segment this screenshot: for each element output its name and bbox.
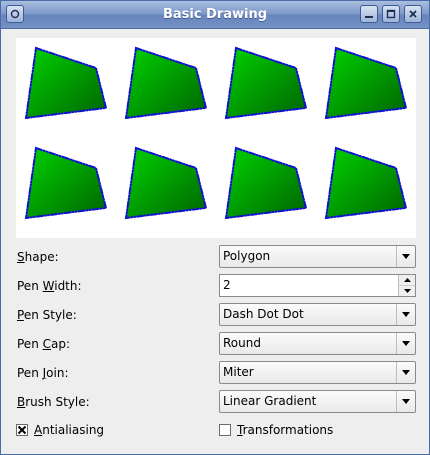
chevron-down-icon[interactable] (396, 246, 415, 267)
pen-style-label: Pen Style: (17, 308, 77, 322)
rendered-polygon (216, 38, 316, 138)
shape-combobox[interactable]: Polygon (219, 245, 416, 268)
brush-style-label: Brush Style: (17, 395, 90, 409)
pen-width-spinbox[interactable]: 2 (219, 274, 416, 297)
pen-width-value[interactable]: 2 (223, 275, 231, 296)
pen-cap-combobox[interactable]: Round (219, 332, 416, 355)
transformations-label[interactable]: Transformations (237, 422, 333, 438)
rendered-polygon (116, 38, 216, 138)
chevron-down-icon[interactable] (396, 333, 415, 354)
pen-join-combobox[interactable]: Miter (219, 361, 416, 384)
brush-style-value: Linear Gradient (223, 394, 317, 408)
rendered-polygon (216, 138, 316, 238)
pen-join-value: Miter (223, 365, 254, 379)
shape-label: Shape: (17, 250, 59, 264)
pen-style-value: Dash Dot Dot (223, 307, 304, 321)
chevron-down-icon[interactable] (396, 304, 415, 325)
spin-down-icon[interactable] (399, 286, 415, 296)
antialiasing-label[interactable]: Antialiasing (34, 422, 104, 438)
close-icon[interactable] (404, 5, 422, 23)
chevron-down-icon[interactable] (396, 362, 415, 383)
basic-drawing-window: Basic Drawing Shape: Polygon Pen Width: … (0, 0, 430, 455)
rendered-polygon (16, 38, 116, 138)
spin-up-icon[interactable] (399, 275, 415, 286)
rendered-polygon (316, 138, 416, 238)
antialiasing-checkbox[interactable] (16, 424, 28, 436)
rendered-polygon (316, 38, 416, 138)
pen-join-label: Pen Join: (17, 366, 69, 380)
rendered-polygon (116, 138, 216, 238)
pen-style-combobox[interactable]: Dash Dot Dot (219, 303, 416, 326)
pen-cap-label: Pen Cap: (17, 337, 71, 351)
render-area (16, 38, 416, 238)
pen-cap-value: Round (223, 336, 261, 350)
brush-style-combobox[interactable]: Linear Gradient (219, 390, 416, 413)
transformations-checkbox[interactable] (219, 424, 231, 436)
minimize-icon[interactable] (360, 5, 378, 23)
pen-width-label: Pen Width: (17, 279, 82, 293)
maximize-icon[interactable] (382, 5, 400, 23)
rendered-polygon (16, 138, 116, 238)
chevron-down-icon[interactable] (396, 391, 415, 412)
shape-value: Polygon (223, 249, 271, 263)
title-bar[interactable]: Basic Drawing (1, 1, 429, 29)
